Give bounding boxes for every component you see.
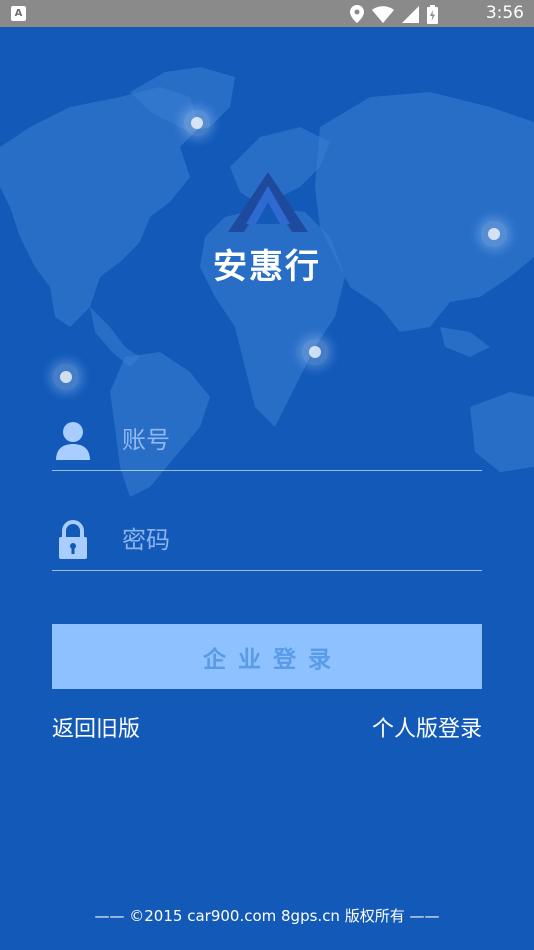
app-icon: A — [11, 6, 26, 21]
status-icons — [350, 4, 438, 24]
wifi-icon — [372, 5, 394, 23]
password-input[interactable] — [122, 518, 472, 562]
enterprise-login-button[interactable]: 企业登录 — [52, 624, 482, 689]
lock-icon — [59, 520, 87, 559]
battery-icon — [427, 4, 438, 24]
status-bar: A 3:56 — [0, 0, 534, 27]
map-pin-africa — [302, 339, 328, 365]
location-icon — [350, 5, 364, 23]
map-pin-south-america — [53, 364, 79, 390]
account-input[interactable] — [122, 418, 472, 462]
signal-icon — [402, 5, 419, 23]
status-time: 3:56 — [485, 3, 524, 23]
back-to-old-version-link[interactable]: 返回旧版 — [52, 712, 140, 748]
copyright-footer: —— ©2015 car900.com 8gps.cn 版权所有 —— — [94, 907, 440, 925]
app-name: 安惠行 — [213, 247, 321, 287]
account-field — [52, 410, 482, 471]
app-logo-icon — [228, 172, 308, 232]
user-icon — [56, 422, 90, 460]
map-pin-greenland — [184, 110, 210, 136]
login-screen: A 3:56 安惠行 账号 企业登录 返回旧版 个人版登录 —— ©2015 c… — [0, 0, 534, 950]
password-field — [52, 510, 482, 571]
personal-login-link[interactable]: 个人版登录 — [372, 712, 482, 748]
